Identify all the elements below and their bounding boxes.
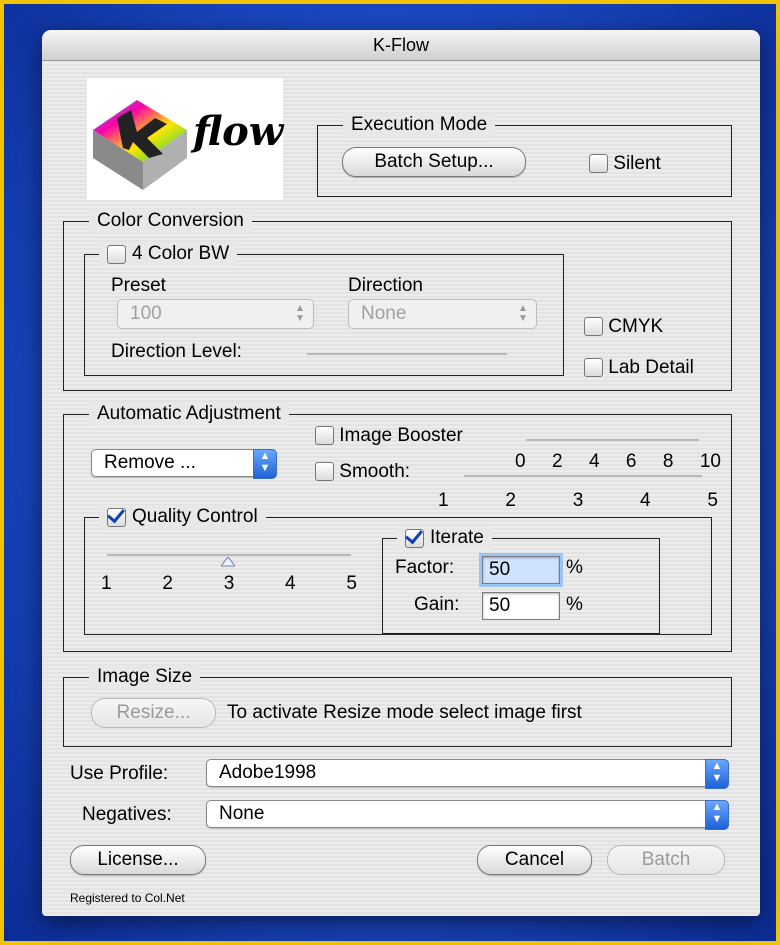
- direction-value: None: [361, 303, 407, 324]
- execution-mode-legend: Execution Mode: [343, 113, 496, 137]
- popup-arrows-icon: ▲ ▼: [705, 800, 729, 830]
- smooth-slider[interactable]: [464, 475, 702, 477]
- scale-tick: 4: [640, 490, 651, 511]
- gain-percent: %: [566, 594, 583, 615]
- popup-arrows-icon: ▲ ▼: [253, 449, 277, 479]
- direction-label: Direction: [348, 275, 423, 296]
- scale-tick: 2: [551, 451, 563, 472]
- kflow-dialog: K-Flow flow Execution Mode Batch Setup..…: [42, 30, 760, 916]
- image-size-legend: Image Size: [89, 665, 201, 689]
- cmyk-label: CMYK: [608, 316, 664, 337]
- factor-label: Factor:: [395, 557, 455, 578]
- resize-hint: To activate Resize mode select image fir…: [227, 702, 582, 723]
- resize-button[interactable]: Resize...: [91, 698, 216, 728]
- scale-tick: 1: [438, 490, 449, 511]
- slider-thumb-icon[interactable]: [221, 557, 235, 567]
- negatives-label: Negatives:: [82, 804, 172, 825]
- batch-setup-button[interactable]: Batch Setup...: [342, 147, 526, 177]
- quality-control-label: Quality Control: [132, 506, 258, 527]
- scale-tick: 2: [162, 573, 173, 594]
- silent-checkbox-box[interactable]: [589, 154, 608, 174]
- adjustment-mode-select[interactable]: Remove ... ▲ ▼: [91, 449, 277, 479]
- direction-select: None ▲ ▼: [348, 299, 537, 329]
- select-arrows-icon: ▲ ▼: [518, 303, 528, 324]
- quality-control-group: Quality Control 1 2 3 4 5 Iterate Factor…: [84, 505, 712, 635]
- popup-arrows-icon: ▲ ▼: [705, 759, 729, 789]
- scale-tick: 0: [515, 451, 526, 472]
- silent-label: Silent: [613, 153, 661, 174]
- registered-footer: Registered to Col.Net: [70, 891, 185, 905]
- scale-tick: 1: [101, 573, 112, 594]
- quality-scale: 1 2 3 4 5: [101, 573, 357, 595]
- preset-value: 100: [130, 303, 162, 324]
- batch-button[interactable]: Batch: [607, 845, 725, 875]
- lab-detail-label: Lab Detail: [608, 357, 694, 378]
- image-size-group: Image Size Resize... To activate Resize …: [63, 665, 732, 747]
- kflow-logo: flow: [87, 78, 283, 200]
- scale-tick: 3: [572, 490, 584, 511]
- license-button[interactable]: License...: [70, 845, 206, 875]
- window-title: K-Flow: [42, 30, 760, 61]
- scale-tick: 6: [625, 451, 637, 472]
- image-booster-slider[interactable]: [526, 439, 699, 441]
- smooth-box[interactable]: [315, 462, 334, 482]
- automatic-adjustment-group: Automatic Adjustment Remove ... ▲ ▼ Image…: [63, 402, 732, 652]
- cancel-button[interactable]: Cancel: [477, 845, 592, 875]
- gain-input[interactable]: 50: [482, 592, 560, 620]
- lab-detail-box[interactable]: [584, 358, 603, 378]
- direction-level-label: Direction Level:: [111, 341, 242, 362]
- scale-tick: 5: [707, 490, 718, 511]
- execution-mode-group: Execution Mode Batch Setup... Silent: [317, 113, 732, 197]
- quality-slider[interactable]: [107, 554, 351, 556]
- image-booster-label: Image Booster: [339, 425, 463, 446]
- color-conversion-group: Color Conversion 4 Color BW Preset 100 ▲…: [63, 209, 732, 391]
- scale-tick: 3: [223, 573, 235, 594]
- silent-checkbox[interactable]: Silent: [589, 153, 661, 175]
- preset-stepper: 100 ▲ ▼: [117, 299, 314, 329]
- scale-tick: 8: [662, 451, 674, 472]
- use-profile-select[interactable]: Adobe1998 ▲ ▼: [206, 759, 729, 789]
- automatic-adjustment-legend: Automatic Adjustment: [89, 402, 289, 426]
- image-booster-checkbox[interactable]: Image Booster: [315, 425, 463, 447]
- scale-tick: 2: [505, 490, 516, 511]
- cmyk-checkbox[interactable]: CMYK: [584, 316, 663, 338]
- iterate-checkbox[interactable]: Iterate: [397, 526, 492, 550]
- four-color-bw-group: 4 Color BW Preset 100 ▲ ▼ Direction None …: [84, 242, 564, 376]
- smooth-scale: 0 2 4 6 8 10: [515, 451, 721, 473]
- scale-tick: 4: [588, 451, 600, 472]
- iterate-label: Iterate: [430, 527, 484, 548]
- smooth-checkbox[interactable]: Smooth:: [315, 461, 410, 483]
- logo-wordmark: flow: [193, 108, 284, 155]
- four-color-bw-checkbox[interactable]: 4 Color BW: [99, 242, 238, 266]
- lab-detail-checkbox[interactable]: Lab Detail: [584, 357, 694, 379]
- four-color-bw-label: 4 Color BW: [132, 243, 230, 264]
- use-profile-value: Adobe1998: [219, 762, 317, 783]
- scale-tick: 5: [346, 573, 357, 594]
- stepper-arrows-icon: ▲ ▼: [295, 303, 305, 324]
- four-color-bw-box[interactable]: [107, 244, 126, 264]
- quality-control-box[interactable]: [107, 507, 126, 527]
- scale-tick: 4: [285, 573, 296, 594]
- iterate-group: Iterate Factor: 50 % Gain: 50 %: [382, 526, 660, 634]
- adjustment-mode-value: Remove ...: [104, 452, 196, 473]
- cmyk-box[interactable]: [584, 317, 603, 337]
- smooth-label: Smooth:: [339, 461, 411, 482]
- scale-1-5: 1 2 3 4 5: [438, 490, 718, 512]
- factor-input[interactable]: 50: [479, 553, 563, 587]
- iterate-box[interactable]: [405, 528, 424, 548]
- scale-tick: 10: [699, 451, 721, 472]
- preset-label: Preset: [111, 275, 166, 296]
- color-conversion-legend: Color Conversion: [89, 209, 252, 233]
- image-booster-box[interactable]: [315, 426, 334, 446]
- negatives-select[interactable]: None ▲ ▼: [206, 800, 729, 830]
- negatives-value: None: [219, 803, 265, 824]
- gain-label: Gain:: [414, 594, 460, 615]
- direction-level-slider: [307, 353, 507, 355]
- quality-control-checkbox[interactable]: Quality Control: [99, 505, 266, 529]
- use-profile-label: Use Profile:: [70, 763, 169, 784]
- factor-percent: %: [566, 557, 583, 578]
